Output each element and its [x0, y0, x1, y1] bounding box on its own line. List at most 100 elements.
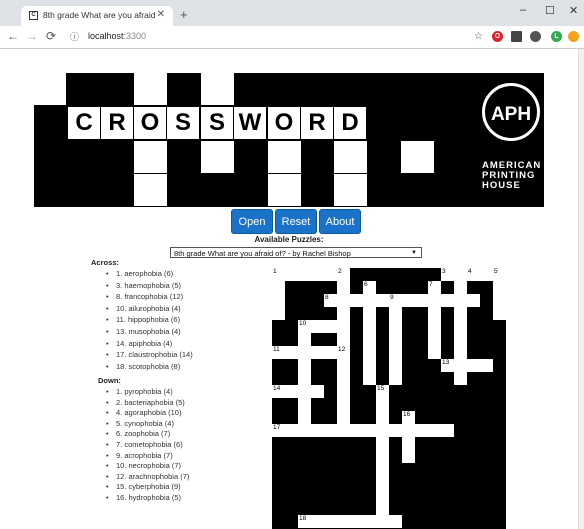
- grid-cell[interactable]: 17: [272, 424, 285, 437]
- reload-icon[interactable]: ⟳: [46, 29, 56, 43]
- grid-cell[interactable]: [441, 424, 454, 437]
- grid-cell[interactable]: 8: [324, 294, 337, 307]
- grid-cell[interactable]: [272, 307, 285, 320]
- grid-cell[interactable]: [337, 359, 350, 372]
- grid-cell[interactable]: [376, 437, 389, 450]
- grid-cell[interactable]: [337, 294, 350, 307]
- grid-cell[interactable]: [454, 268, 467, 281]
- grid-cell[interactable]: [298, 411, 311, 424]
- across-clue[interactable]: 17. claustrophobia (14): [106, 350, 193, 359]
- grid-cell[interactable]: [337, 515, 350, 528]
- grid-cell[interactable]: [272, 294, 285, 307]
- green-extension-icon[interactable]: L: [551, 31, 562, 42]
- grid-cell[interactable]: [337, 385, 350, 398]
- grid-cell[interactable]: [337, 320, 350, 333]
- close-window-icon[interactable]: ✕: [569, 4, 578, 17]
- puzzle-select[interactable]: 8th grade What are you afraid of? - by R…: [170, 247, 422, 258]
- grid-cell[interactable]: [363, 359, 376, 372]
- grid-cell[interactable]: [454, 346, 467, 359]
- grid-cell[interactable]: [376, 398, 389, 411]
- grid-cell[interactable]: [363, 372, 376, 385]
- down-clue[interactable]: 15. cyberphobia (9): [106, 482, 181, 491]
- grid-cell[interactable]: [428, 320, 441, 333]
- grid-cell[interactable]: [324, 320, 337, 333]
- grid-cell[interactable]: [389, 307, 402, 320]
- forward-icon[interactable]: →: [26, 29, 38, 43]
- grid-cell[interactable]: [454, 307, 467, 320]
- grid-cell[interactable]: 16: [402, 411, 415, 424]
- grid-cell[interactable]: 2: [337, 268, 350, 281]
- grid-cell[interactable]: [376, 489, 389, 502]
- grid-cell[interactable]: [389, 372, 402, 385]
- grid-cell[interactable]: [428, 307, 441, 320]
- dark-extension-icon[interactable]: [530, 31, 541, 42]
- grid-cell[interactable]: [441, 294, 454, 307]
- across-clue[interactable]: 14. apiphobia (4): [106, 339, 172, 348]
- across-clue[interactable]: 11. hippophobia (6): [106, 315, 180, 324]
- grid-cell[interactable]: [298, 398, 311, 411]
- grid-cell[interactable]: [376, 476, 389, 489]
- grid-cell[interactable]: [402, 450, 415, 463]
- down-clue[interactable]: 2. bacteriaphobia (5): [106, 398, 185, 407]
- grid-cell[interactable]: [428, 424, 441, 437]
- grid-cell[interactable]: [324, 346, 337, 359]
- grid-cell[interactable]: [428, 294, 441, 307]
- grid-cell[interactable]: [324, 424, 337, 437]
- down-clue[interactable]: 5. cynophobia (4): [106, 419, 174, 428]
- grid-cell[interactable]: [467, 359, 480, 372]
- bookmark-star-icon[interactable]: ☆: [474, 30, 483, 44]
- grid-cell[interactable]: [350, 424, 363, 437]
- grid-cell[interactable]: [337, 307, 350, 320]
- grid-cell[interactable]: [376, 502, 389, 515]
- grid-cell[interactable]: [454, 372, 467, 385]
- grid-cell[interactable]: [363, 515, 376, 528]
- grid-cell[interactable]: [402, 294, 415, 307]
- grid-cell[interactable]: [480, 268, 493, 281]
- orange-extension-icon[interactable]: [568, 31, 579, 42]
- grid-cell[interactable]: [402, 437, 415, 450]
- across-clue[interactable]: 18. scotophobia (8): [106, 362, 180, 371]
- grid-cell[interactable]: [454, 281, 467, 294]
- grid-cell[interactable]: [363, 307, 376, 320]
- grid-cell[interactable]: [454, 320, 467, 333]
- grid-cell[interactable]: [311, 320, 324, 333]
- close-tab-icon[interactable]: ✕: [157, 9, 165, 20]
- grid-cell[interactable]: [311, 515, 324, 528]
- grid-cell[interactable]: [376, 411, 389, 424]
- grid-cell[interactable]: [389, 346, 402, 359]
- grid-cell[interactable]: [298, 372, 311, 385]
- grid-cell[interactable]: [428, 333, 441, 346]
- grid-cell[interactable]: [493, 281, 506, 294]
- grid-cell[interactable]: [298, 424, 311, 437]
- grid-cell[interactable]: [363, 294, 376, 307]
- grid-cell[interactable]: [376, 294, 389, 307]
- grid-cell[interactable]: [337, 333, 350, 346]
- reset-button[interactable]: Reset: [275, 209, 317, 234]
- grid-cell[interactable]: [389, 320, 402, 333]
- grid-cell[interactable]: 4: [467, 268, 480, 281]
- grid-cell[interactable]: [454, 333, 467, 346]
- grid-cell[interactable]: [324, 515, 337, 528]
- grid-cell[interactable]: [337, 372, 350, 385]
- down-clue[interactable]: 6. zoophobia (7): [106, 429, 170, 438]
- grid-cell[interactable]: 10: [298, 320, 311, 333]
- address-bar[interactable]: localhost:3300: [88, 29, 146, 43]
- grid-cell[interactable]: [493, 294, 506, 307]
- grid-cell[interactable]: [298, 359, 311, 372]
- grid-cell[interactable]: 13: [441, 359, 454, 372]
- grid-cell[interactable]: [454, 294, 467, 307]
- grid-cell[interactable]: [376, 515, 389, 528]
- grid-cell[interactable]: 15: [376, 385, 389, 398]
- grid-cell[interactable]: [311, 424, 324, 437]
- grid-cell[interactable]: [285, 268, 298, 281]
- grid-cell[interactable]: [389, 333, 402, 346]
- open-button[interactable]: Open: [231, 209, 273, 234]
- down-clue[interactable]: 1. pyrophobia (4): [106, 387, 173, 396]
- grid-cell[interactable]: [337, 424, 350, 437]
- grid-cell[interactable]: [389, 359, 402, 372]
- grid-cell[interactable]: [272, 281, 285, 294]
- about-button[interactable]: About: [319, 209, 361, 234]
- grid-cell[interactable]: 14: [272, 385, 285, 398]
- grid-cell[interactable]: [389, 515, 402, 528]
- grid-cell[interactable]: [415, 424, 428, 437]
